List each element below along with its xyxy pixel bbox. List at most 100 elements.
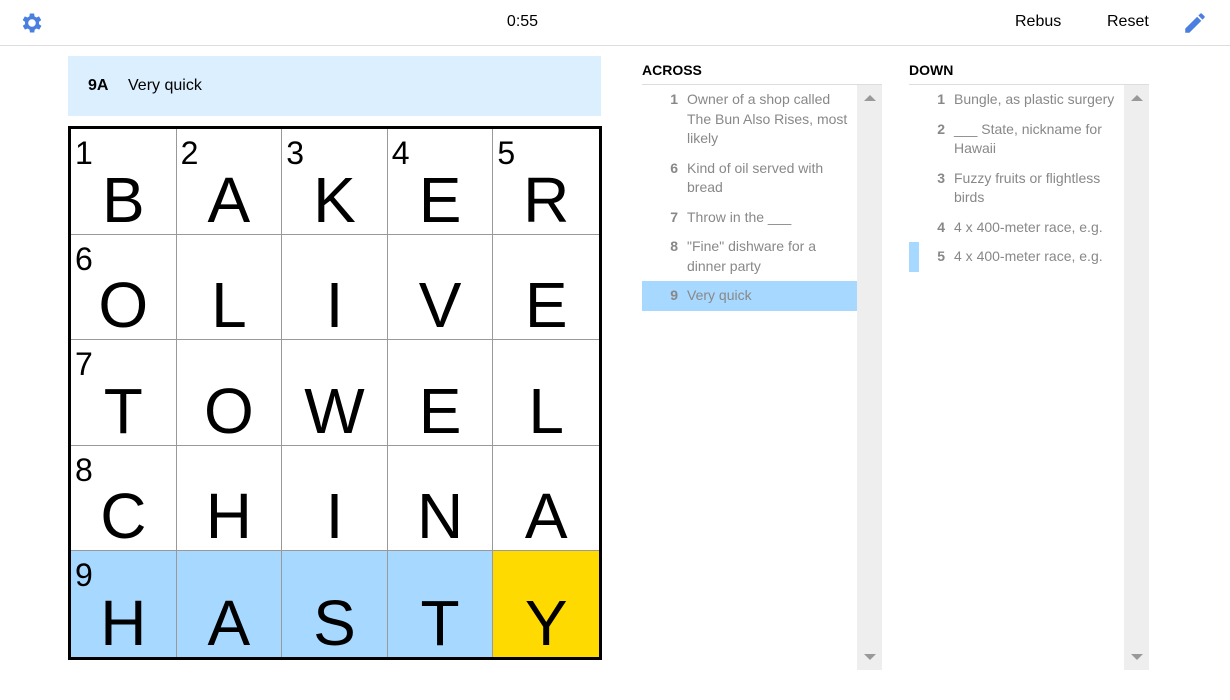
grid-cell[interactable]: 6O [71,234,177,342]
cell-letter: O [98,269,149,342]
current-clue-text: Very quick [128,77,202,94]
cell-letter: W [304,374,365,447]
across-clue-6[interactable]: 6 Kind of oil served with bread [642,154,857,203]
cell-number: 3 [286,135,304,171]
clue-text: Throw in the ___ [687,208,792,225]
clue-text: 4 x 400-meter race, e.g. [954,218,1103,235]
reset-button[interactable]: Reset [1107,13,1149,31]
grid-cell[interactable]: V [387,234,494,342]
cell-letter: C [100,480,147,553]
grid-cell[interactable]: T [387,551,494,659]
grid-cell[interactable]: 4E [387,129,494,236]
clue-number: 5 [937,248,945,264]
pencil-icon[interactable] [1182,10,1208,36]
clue-text: Kind of oil served with bread [687,159,824,196]
scroll-down-arrow-icon[interactable] [1131,654,1143,660]
grid-cell[interactable]: O [176,340,283,446]
scroll-down-arrow-icon[interactable] [864,654,876,660]
grid-cell[interactable]: E [387,340,494,447]
grid-cell[interactable]: 8C [71,445,177,553]
across-clues-panel: ACROSS 1 Owner of a shop called The Bun A… [642,62,882,670]
clue-number: 1 [670,91,678,107]
cell-number: 9 [75,557,93,594]
clue-number: 2 [937,120,945,137]
cell-letter: E [418,374,462,447]
cell-number: 4 [391,135,410,171]
grid-cell[interactable]: A [493,445,599,553]
cell-letter: A [207,586,251,659]
grid-cell[interactable]: E [493,234,599,342]
cell-number: 1 [75,135,93,171]
clue-text: Fuzzy fruits or flightless birds [954,169,1101,206]
cell-letter: H [100,586,147,659]
cell-number: 5 [497,135,516,171]
down-title: DOWN [909,62,1149,85]
across-clue-8[interactable]: 8 "Fine" dishware for a dinner party [642,232,857,281]
grid-cell[interactable]: 5R [493,129,599,235]
cell-letter: H [205,480,252,553]
cell-letter: B [101,163,145,236]
rebus-button[interactable]: Rebus [1015,13,1061,31]
cell-letter: R [523,163,570,236]
grid-cell[interactable]: Y [493,551,599,657]
current-clue-label: 9A [88,77,109,94]
cell-letter: A [524,480,568,553]
crossword-grid: 1B2A3K4E5R6OLIVE7TOWEL8CHINA9HASTY [68,126,602,660]
down-clue-3[interactable]: 3 Fuzzy fruits or flightless birds [909,164,1124,213]
down-scrollbar[interactable] [1124,85,1149,670]
grid-cell[interactable]: H [176,445,283,553]
clue-text: Bungle, as plastic surgery [954,91,1115,107]
grid-cell[interactable]: A [176,551,283,659]
grid-cell[interactable]: I [282,234,388,341]
cell-number: 7 [75,346,93,383]
cell-letter: E [418,163,462,236]
scroll-up-arrow-icon[interactable] [864,95,876,101]
down-clue-4[interactable]: 4 4 x 400-meter race, e.g. [909,213,1124,243]
current-clue-bar: 9A Very quick [68,56,601,116]
grid-cell[interactable]: 7T [71,340,177,446]
clue-number: 7 [670,208,678,225]
grid-cell[interactable]: I [282,445,388,553]
across-scrollbar[interactable] [857,85,882,670]
down-clues-panel: DOWN 1 Bungle, as plastic surgery 2 ___ Sta… [909,62,1149,670]
clue-number: 4 [937,218,945,235]
grid-cell[interactable]: 1B [71,129,177,235]
cell-letter: L [528,374,564,447]
cell-letter: N [416,480,464,553]
cell-letter: E [524,269,568,342]
down-clue-5[interactable]: 5 4 x 400-meter race, e.g. [909,242,1124,272]
grid-cell[interactable]: 9H [71,551,177,657]
clue-number: 6 [670,159,678,176]
grid-cell[interactable]: L [493,340,599,446]
clue-text: Very quick [687,287,752,303]
cell-letter: T [103,374,143,447]
cell-letter: I [325,480,344,553]
cell-letter: T [420,586,460,659]
down-clue-list: 1 Bungle, as plastic surgery 2 ___ State, n… [909,85,1124,670]
across-clue-1[interactable]: 1 Owner of a shop called The Bun Also Ris… [642,85,857,154]
grid-cell[interactable]: S [282,551,388,657]
across-title: ACROSS [642,62,882,85]
cell-letter: Y [524,586,568,659]
down-clue-1[interactable]: 1 Bungle, as plastic surgery [909,85,1124,115]
grid-cell[interactable]: W [282,340,388,446]
cell-letter: L [211,269,247,342]
cell-letter: A [207,163,251,236]
cell-number: 8 [75,451,93,488]
across-clue-7[interactable]: 7 Throw in the ___ [642,203,857,233]
top-bar: 0:55 Rebus Reset [0,0,1230,46]
cell-letter: V [418,269,462,342]
clue-number: 9 [670,287,678,303]
scroll-up-arrow-icon[interactable] [1131,95,1143,101]
cell-number: 6 [75,240,93,277]
grid-cell[interactable]: N [387,445,494,553]
grid-cell[interactable]: 3K [282,129,388,235]
cell-number: 2 [180,135,199,171]
down-clue-2[interactable]: 2 ___ State, nickname for Hawaii [909,115,1124,164]
across-clue-9[interactable]: 9 Very quick [642,281,857,311]
grid-cell[interactable]: L [176,234,283,342]
clue-text: ___ State, nickname for Hawaii [954,120,1102,157]
timer: 0:55 [506,13,539,30]
cell-letter: S [313,586,356,659]
grid-cell[interactable]: 2A [176,129,283,236]
